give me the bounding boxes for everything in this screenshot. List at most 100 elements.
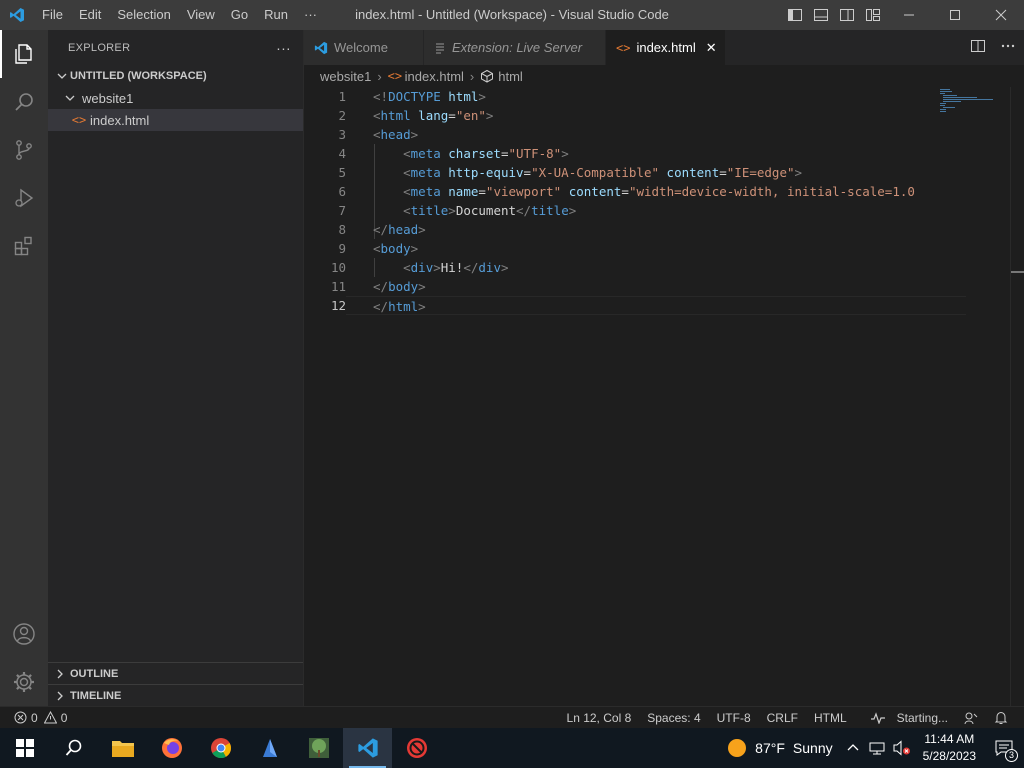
vscode-taskbar-icon[interactable] bbox=[343, 728, 392, 768]
maximize-icon[interactable] bbox=[932, 0, 978, 30]
minimize-icon[interactable] bbox=[886, 0, 932, 30]
system-tray: 87°F Sunny 11:44 AM 5/28/2023 3 bbox=[727, 728, 1024, 768]
clock-time: 11:44 AM bbox=[924, 732, 975, 746]
editor-more-actions-icon[interactable] bbox=[1000, 38, 1016, 57]
language-mode[interactable]: HTML bbox=[806, 711, 855, 725]
element-cube-icon bbox=[480, 69, 494, 83]
weather-condition[interactable]: Sunny bbox=[793, 740, 833, 756]
blue-app-icon[interactable] bbox=[245, 728, 294, 768]
vscode-logo-icon bbox=[314, 41, 328, 55]
notifications-bell-icon[interactable] bbox=[986, 711, 1016, 725]
minimap[interactable] bbox=[940, 87, 1010, 127]
extensions-icon[interactable] bbox=[0, 222, 48, 270]
folder-label: website1 bbox=[82, 90, 134, 106]
settings-gear-icon[interactable] bbox=[0, 658, 48, 706]
outline-section[interactable]: OUTLINE bbox=[48, 662, 303, 684]
explorer-icon[interactable] bbox=[0, 30, 48, 78]
timeline-section[interactable]: TIMELINE bbox=[48, 684, 303, 706]
tab-extension-live-server[interactable]: Extension: Live Server bbox=[424, 30, 606, 65]
code-line: 6 <meta name="viewport" content="width=d… bbox=[304, 182, 1016, 201]
accounts-icon[interactable] bbox=[0, 610, 48, 658]
problems-indicator[interactable]: 0 0 bbox=[0, 711, 67, 725]
line-number: 8 bbox=[338, 222, 346, 237]
line-number: 4 bbox=[338, 146, 346, 161]
code-line: 8 </head> bbox=[304, 220, 1016, 239]
chevron-right-icon bbox=[52, 666, 68, 682]
end-of-line[interactable]: CRLF bbox=[759, 711, 806, 725]
menu-run[interactable]: Run bbox=[256, 0, 296, 30]
editor-area: Welcome Extension: Live Server <> index.… bbox=[303, 30, 1024, 706]
cursor-position[interactable]: Ln 12, Col 8 bbox=[559, 711, 640, 725]
menu-file[interactable]: File bbox=[34, 0, 71, 30]
tab-index-html[interactable]: <> index.html ✕ bbox=[606, 30, 726, 65]
code-line: 9 <body> bbox=[304, 239, 1016, 258]
tab-label: index.html bbox=[636, 40, 696, 55]
code-line: 10 <div>Hi!</div> bbox=[304, 258, 1016, 277]
timeline-label: TIMELINE bbox=[70, 689, 122, 702]
line-number: 5 bbox=[338, 165, 346, 180]
menu-view[interactable]: View bbox=[179, 0, 223, 30]
customize-layout-icon[interactable] bbox=[860, 0, 886, 30]
tab-label: Extension: Live Server bbox=[452, 40, 583, 55]
live-server-status[interactable]: Starting... bbox=[855, 711, 956, 725]
windows-start-icon[interactable] bbox=[0, 728, 49, 768]
breadcrumb-folder[interactable]: website1 bbox=[320, 69, 371, 84]
search-icon[interactable] bbox=[0, 78, 48, 126]
toggle-panel-icon[interactable] bbox=[808, 0, 834, 30]
tab-close-icon[interactable]: ✕ bbox=[706, 40, 717, 56]
explorer-more-actions[interactable]: ··· bbox=[276, 40, 291, 56]
vertical-scrollbar[interactable] bbox=[1010, 87, 1024, 706]
notification-count-badge: 3 bbox=[1005, 749, 1018, 762]
workspace-label: UNTITLED (WORKSPACE) bbox=[70, 70, 207, 82]
line-number: 12 bbox=[330, 298, 346, 313]
line-number: 10 bbox=[330, 260, 346, 275]
chevron-right-icon: › bbox=[377, 68, 382, 84]
warning-icon bbox=[43, 711, 57, 724]
tab-bar: Welcome Extension: Live Server <> index.… bbox=[304, 30, 1024, 65]
file-explorer-icon[interactable] bbox=[98, 728, 147, 768]
menu-more[interactable]: ··· bbox=[296, 0, 325, 30]
file-encoding[interactable]: UTF-8 bbox=[709, 711, 759, 725]
menu-selection[interactable]: Selection bbox=[109, 0, 178, 30]
code-line: 2 <html lang="en"> bbox=[304, 106, 1016, 125]
firefox-icon[interactable] bbox=[147, 728, 196, 768]
breadcrumb-symbol[interactable]: html bbox=[498, 69, 523, 84]
blocked-app-icon[interactable] bbox=[392, 728, 441, 768]
chevron-down-icon bbox=[54, 68, 70, 84]
chevron-up-icon[interactable] bbox=[847, 742, 859, 754]
feedback-icon[interactable] bbox=[956, 711, 986, 725]
tab-welcome[interactable]: Welcome bbox=[304, 30, 424, 65]
line-number: 2 bbox=[338, 108, 346, 123]
breadcrumb-file[interactable]: index.html bbox=[405, 69, 464, 84]
code-editor[interactable]: 1 <!DOCTYPE html> 2 <html lang="en"> 3 <hea… bbox=[304, 87, 1016, 315]
run-debug-icon[interactable] bbox=[0, 174, 48, 222]
menu-edit[interactable]: Edit bbox=[71, 0, 109, 30]
outline-label: OUTLINE bbox=[70, 667, 119, 680]
split-editor-icon[interactable] bbox=[970, 38, 986, 57]
line-number: 6 bbox=[338, 184, 346, 199]
vscode-logo-icon bbox=[0, 0, 34, 30]
volume-muted-icon[interactable] bbox=[893, 740, 911, 756]
close-window-icon[interactable] bbox=[978, 0, 1024, 30]
source-control-icon[interactable] bbox=[0, 126, 48, 174]
toggle-secondary-sidebar-icon[interactable] bbox=[834, 0, 860, 30]
workspace-root[interactable]: UNTITLED (WORKSPACE) bbox=[48, 65, 303, 87]
menu-go[interactable]: Go bbox=[223, 0, 256, 30]
code-line-current: 12 </html> bbox=[304, 296, 1016, 315]
line-number: 11 bbox=[330, 279, 346, 294]
system-clock[interactable]: 11:44 AM 5/28/2023 bbox=[915, 731, 984, 765]
line-number: 3 bbox=[338, 127, 346, 142]
file-index-html[interactable]: <> index.html bbox=[48, 109, 303, 131]
folder-website1[interactable]: website1 bbox=[48, 87, 303, 109]
chrome-icon[interactable] bbox=[196, 728, 245, 768]
notification-center-icon[interactable]: 3 bbox=[984, 728, 1024, 768]
network-icon[interactable] bbox=[869, 741, 885, 755]
toggle-primary-sidebar-icon[interactable] bbox=[782, 0, 808, 30]
indentation[interactable]: Spaces: 4 bbox=[639, 711, 708, 725]
breadcrumb: website1 › <> index.html › html bbox=[304, 65, 1024, 87]
tab-label: Welcome bbox=[334, 40, 388, 55]
tree-app-icon[interactable] bbox=[294, 728, 343, 768]
taskbar-search-icon[interactable] bbox=[49, 728, 98, 768]
pulse-icon bbox=[863, 712, 893, 724]
weather-temperature[interactable]: 87°F bbox=[755, 740, 785, 756]
